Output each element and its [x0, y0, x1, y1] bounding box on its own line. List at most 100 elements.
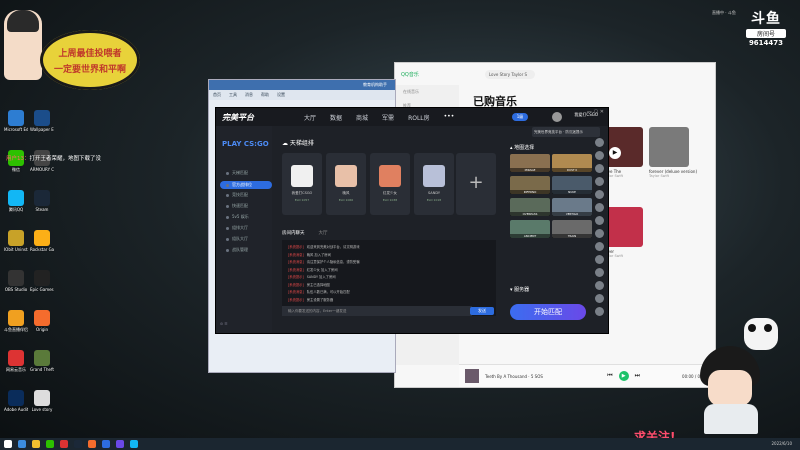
menu-item[interactable]: 帮助: [261, 90, 269, 100]
map-name: TRAIN: [552, 234, 592, 238]
desktop-icon[interactable]: Rockstar Games Launcher: [30, 230, 54, 252]
window-controls[interactable]: — ▢ ✕: [587, 109, 604, 115]
player-elo: ELO 1018: [426, 198, 442, 202]
sidebar-item[interactable]: 战队管理: [226, 247, 248, 253]
player-avatar: [291, 165, 313, 187]
sidebar-item[interactable]: 快速匹配: [226, 203, 248, 209]
player-slot[interactable]: 晚风 ELO 1066: [326, 153, 366, 215]
friend-avatar[interactable]: [595, 307, 604, 316]
desktop-icon[interactable]: Wallpaper Engine: [30, 110, 54, 132]
map-tile[interactable]: DUST II: [552, 154, 592, 172]
chat-input[interactable]: 输入你要发送的内容，Enter一键发送: [282, 306, 472, 316]
chat-sys-tag: [系统消息]: [288, 260, 304, 264]
server-select[interactable]: ▾ 服务器: [510, 286, 529, 293]
send-button[interactable]: 发送: [470, 307, 494, 315]
nav-item[interactable]: 商城: [356, 113, 368, 122]
taskbar-app-icon[interactable]: [4, 440, 12, 448]
map-tile[interactable]: NUKE: [552, 176, 592, 194]
tab-room-chat[interactable]: 房间内聊天: [282, 230, 305, 236]
prev-icon[interactable]: ⏮: [607, 372, 612, 380]
friend-avatar[interactable]: [595, 242, 604, 251]
pw-logo: 完美平台: [222, 112, 254, 122]
top-donor-bubble: 上周最佳投喂者 一定要世界和平啊: [40, 30, 140, 90]
taskbar-app-icon[interactable]: [18, 440, 26, 448]
friend-avatar[interactable]: [595, 216, 604, 225]
taskbar-app-icon[interactable]: [74, 440, 82, 448]
play-icon[interactable]: ▶: [609, 147, 621, 159]
taskbar-app-icon[interactable]: [46, 440, 54, 448]
nav-item[interactable]: ROLL房: [408, 113, 430, 122]
nav-item[interactable]: •••: [444, 113, 455, 122]
desktop-icon[interactable]: OBS Studio: [4, 270, 28, 292]
desktop-icon[interactable]: Epic Games Launcher: [30, 270, 54, 292]
qqmusic-search-input[interactable]: Love Story Taylor S: [484, 69, 535, 79]
desktop-icon[interactable]: Grand Theft Auto V: [30, 350, 54, 372]
sidebar-item[interactable]: 5v5 娱乐: [226, 214, 249, 220]
desktop-icon[interactable]: 斗鱼直播伴侣: [4, 310, 28, 332]
sidebar-item[interactable]: 天梯匹配: [226, 170, 248, 176]
menu-item[interactable]: 工具: [229, 90, 237, 100]
friend-avatar[interactable]: [595, 294, 604, 303]
friend-avatar[interactable]: [595, 164, 604, 173]
friend-avatar[interactable]: [595, 255, 604, 264]
chat-line: [系统消息] 晚风 加入了房间: [288, 252, 331, 257]
menu-item[interactable]: 首页: [213, 90, 221, 100]
sidebar-item[interactable]: 组队大厅: [226, 236, 248, 242]
user-avatar[interactable]: [552, 112, 562, 122]
map-tile[interactable]: ANCIENT: [510, 220, 550, 238]
map-tile[interactable]: MIRAGE: [510, 154, 550, 172]
taskbar-app-icon[interactable]: [32, 440, 40, 448]
map-tile[interactable]: TRAIN: [552, 220, 592, 238]
desktop-icon[interactable]: Love story: [30, 390, 54, 412]
sidebar-item[interactable]: 官方战排位: [220, 181, 272, 189]
danmu-user: 用户13: [6, 156, 24, 162]
friend-avatar[interactable]: [595, 177, 604, 186]
album-cover[interactable]: [603, 207, 643, 247]
album-cover[interactable]: [603, 127, 643, 167]
nav-item[interactable]: 大厅: [304, 113, 316, 122]
friend-avatar[interactable]: [595, 268, 604, 277]
map-tile[interactable]: OVERPASS: [510, 198, 550, 216]
friend-avatar[interactable]: [595, 138, 604, 147]
chat-line: [系统提示] 房主设置了服务器: [288, 297, 333, 302]
desktop-icon[interactable]: Steam: [30, 190, 54, 212]
next-icon[interactable]: ⏭: [635, 372, 640, 380]
taskbar-app-icon[interactable]: [130, 440, 138, 448]
nav-item[interactable]: 数据: [330, 113, 342, 122]
avatar-face: [708, 370, 752, 406]
player-avatar: [379, 165, 401, 187]
start-match-button[interactable]: 开始匹配: [510, 304, 586, 320]
tab-lobby[interactable]: 大厅: [319, 230, 328, 236]
sidebar-item[interactable]: 在线音乐: [395, 85, 459, 99]
add-player-button[interactable]: +: [456, 153, 496, 215]
desktop-icon[interactable]: 腾讯QQ: [4, 190, 28, 212]
taskbar-app-icon[interactable]: [116, 440, 124, 448]
menu-item[interactable]: 设置: [277, 90, 285, 100]
taskbar-app-icon[interactable]: [88, 440, 96, 448]
album-cover[interactable]: [649, 127, 689, 167]
friend-avatar[interactable]: [595, 151, 604, 160]
desktop-icon[interactable]: Adobe Audition: [4, 390, 28, 412]
friend-avatar[interactable]: [595, 203, 604, 212]
play-button[interactable]: ▶: [618, 371, 629, 381]
map-tile[interactable]: INFERNO: [510, 176, 550, 194]
friend-avatar[interactable]: [595, 229, 604, 238]
friend-avatar[interactable]: [595, 190, 604, 199]
taskbar-app-icon[interactable]: [60, 440, 68, 448]
chat-text: 请注意保护个人隐私信息，谨防受骗: [306, 260, 360, 264]
settings-icon[interactable]: ⚙ ☰: [220, 322, 227, 326]
player-slot[interactable]: 红发少女 ELO 1038: [370, 153, 410, 215]
desktop-icon[interactable]: 网易云音乐: [4, 350, 28, 372]
desktop-icon[interactable]: Microsoft Edge: [4, 110, 28, 132]
sidebar-item[interactable]: 竞技匹配: [226, 192, 248, 198]
player-slot[interactable]: 我爱打CSGO ELO 1057: [282, 153, 322, 215]
friend-avatar[interactable]: [595, 281, 604, 290]
taskbar-app-icon[interactable]: [102, 440, 110, 448]
desktop-icon[interactable]: Origin: [30, 310, 54, 332]
map-tile[interactable]: VERTIGO: [552, 198, 592, 216]
nav-item[interactable]: 军需: [382, 113, 394, 122]
menu-item[interactable]: 消息: [245, 90, 253, 100]
desktop-icon[interactable]: IObit Uninstaller: [4, 230, 28, 252]
sidebar-item[interactable]: 组排大厅: [226, 225, 248, 231]
player-slot[interactable]: SANDY ELO 1018: [414, 153, 454, 215]
